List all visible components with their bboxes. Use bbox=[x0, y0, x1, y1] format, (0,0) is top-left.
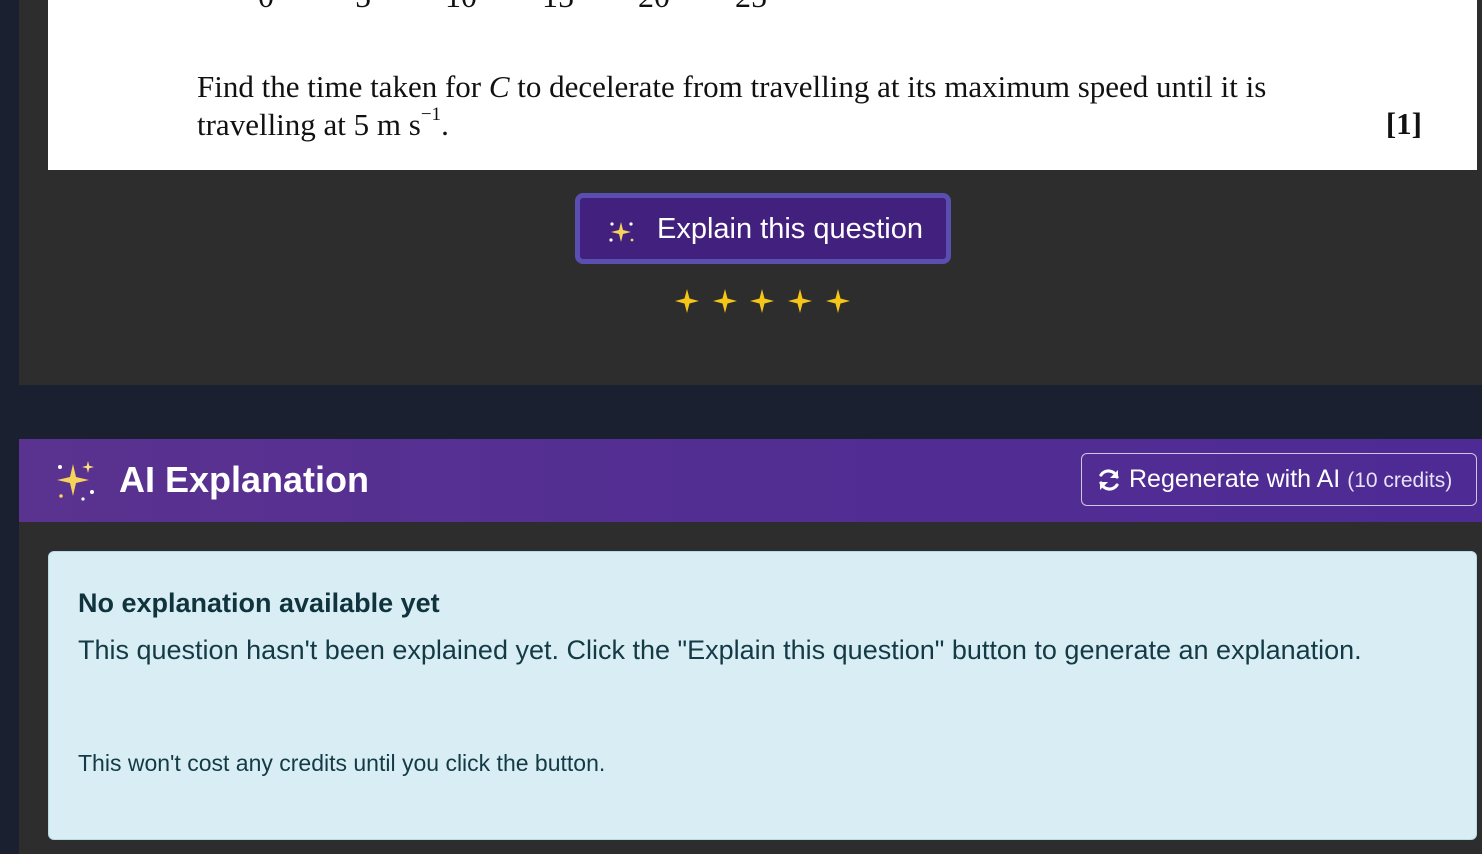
graph-axis-ticks: 0 5 10 15 20 25 bbox=[48, 0, 1477, 14]
question-variable: C bbox=[488, 69, 510, 104]
axis-tick: 25 bbox=[735, 0, 767, 15]
star-sparkle-icon bbox=[750, 289, 774, 313]
explain-button-label: Explain this question bbox=[657, 213, 923, 245]
alert-title: No explanation available yet bbox=[78, 588, 440, 618]
star-sparkle-icon bbox=[788, 289, 812, 313]
axis-tick: 10 bbox=[445, 0, 477, 15]
decorative-stars bbox=[673, 287, 858, 317]
page-left-margin bbox=[0, 0, 19, 854]
unit-exponent: −1 bbox=[420, 103, 442, 125]
star-sparkle-icon bbox=[713, 289, 737, 313]
star-sparkle-icon bbox=[675, 289, 699, 313]
regenerate-ai-button[interactable]: Regenerate with AI (10 credits) bbox=[1081, 453, 1477, 506]
question-image: 0 5 10 15 20 25 Find the time taken for … bbox=[48, 0, 1477, 170]
question-marks: [1] bbox=[1385, 106, 1422, 141]
star-sparkle-icon bbox=[826, 289, 850, 313]
regenerate-label: Regenerate with AI (10 credits) bbox=[1129, 465, 1453, 493]
alert-note: This won't cost any credits until you cl… bbox=[78, 750, 606, 776]
refresh-icon bbox=[1099, 469, 1119, 491]
sparkles-icon bbox=[57, 461, 94, 501]
question-text: Find the time taken for C to decelerate … bbox=[197, 69, 1267, 142]
section-title: AI Explanation bbox=[119, 459, 370, 500]
axis-tick: 0 bbox=[258, 0, 274, 15]
axis-tick: 20 bbox=[638, 0, 670, 15]
sparkles-icon bbox=[609, 222, 634, 242]
ai-explanation-header: AI Explanation Regenerate with AI (10 cr… bbox=[19, 439, 1482, 522]
axis-tick: 15 bbox=[542, 0, 574, 15]
credits-cost: (10 credits) bbox=[1347, 469, 1453, 492]
no-explanation-alert: No explanation available yet This questi… bbox=[48, 551, 1477, 840]
explain-question-button[interactable]: Explain this question bbox=[575, 193, 951, 264]
axis-tick: 5 bbox=[355, 0, 371, 15]
alert-body: This question hasn't been explained yet.… bbox=[78, 635, 1362, 665]
